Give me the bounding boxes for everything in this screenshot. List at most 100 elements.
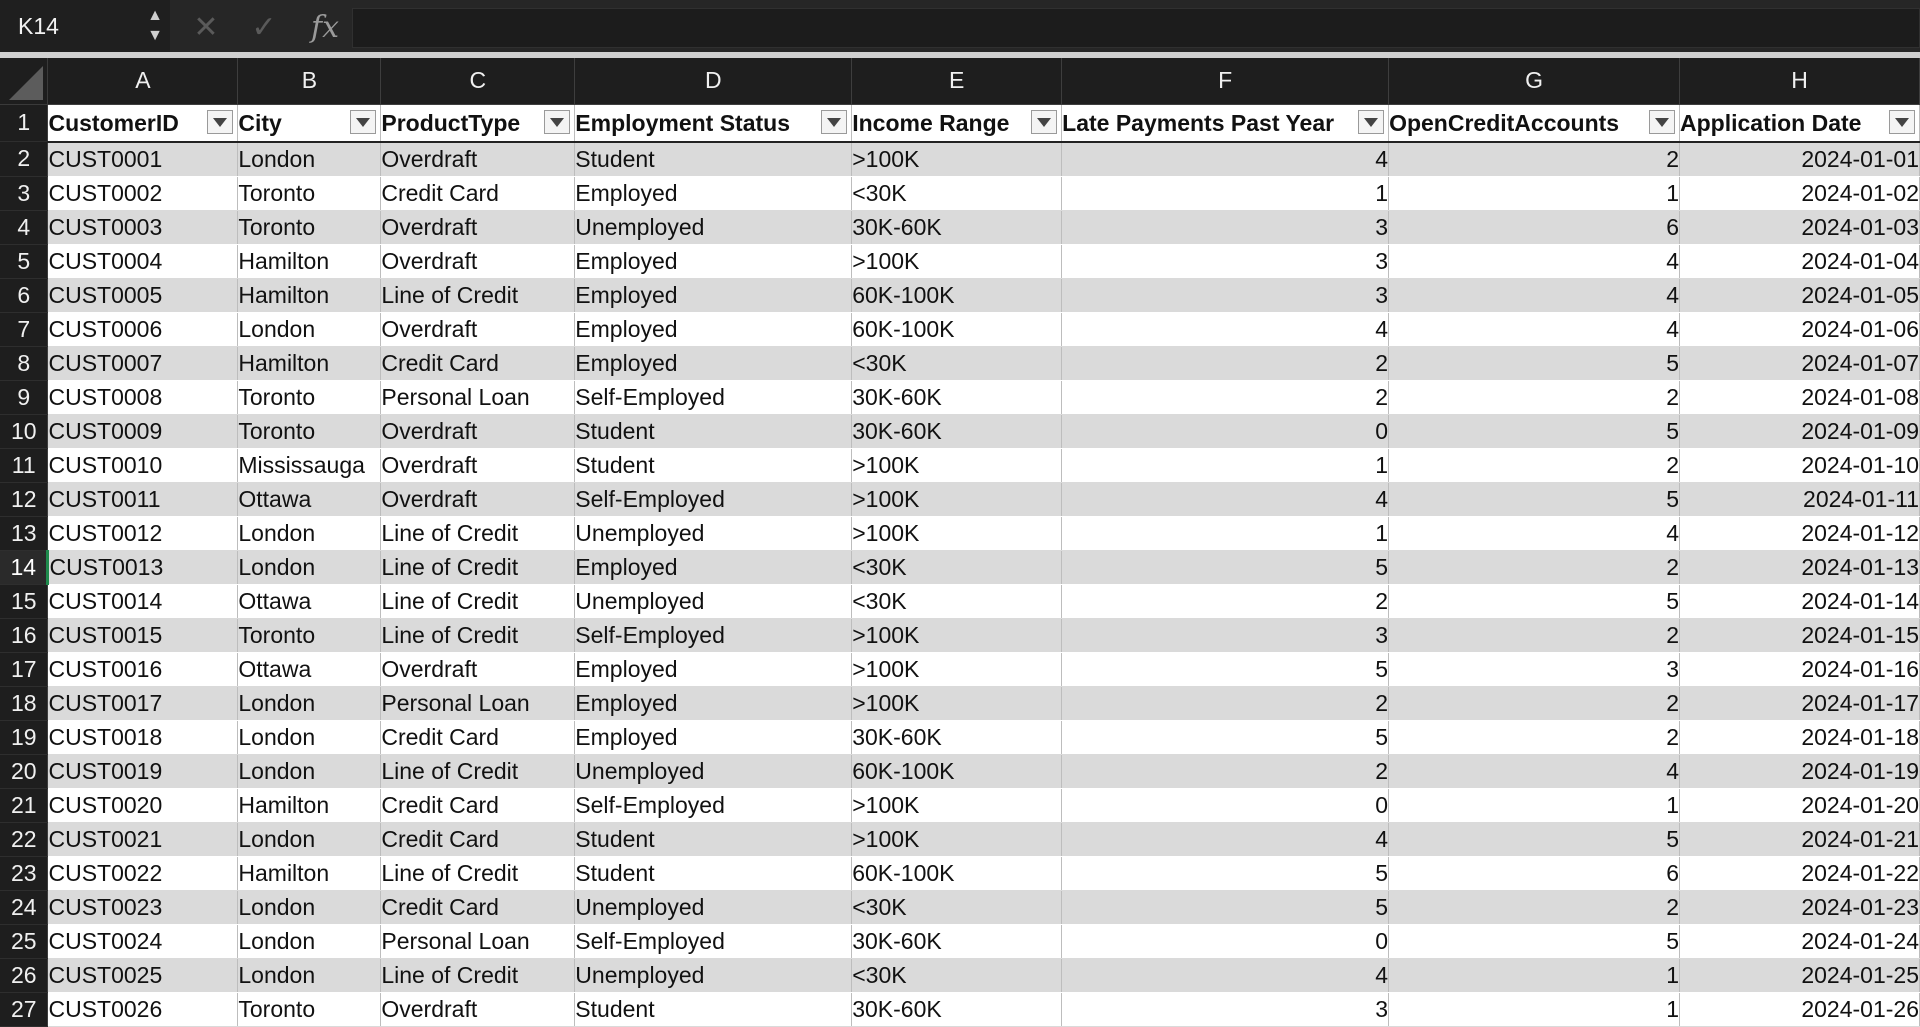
- row-header[interactable]: 15: [0, 584, 49, 619]
- table-cell[interactable]: 4: [1061, 312, 1390, 347]
- row-header[interactable]: 7: [0, 312, 49, 347]
- table-cell[interactable]: 4: [1061, 482, 1390, 517]
- table-cell[interactable]: Overdraft: [380, 312, 576, 347]
- table-cell[interactable]: Student: [574, 822, 853, 857]
- table-cell[interactable]: CUST0013: [47, 550, 239, 585]
- table-cell[interactable]: Self-Employed: [574, 380, 853, 415]
- row-header[interactable]: 13: [0, 516, 49, 551]
- table-cell[interactable]: 2024-01-21: [1679, 822, 1920, 857]
- table-cell[interactable]: 2024-01-03: [1679, 210, 1920, 245]
- table-cell[interactable]: 3: [1061, 992, 1390, 1027]
- table-cell[interactable]: 3: [1061, 618, 1390, 653]
- table-cell[interactable]: Overdraft: [380, 141, 576, 177]
- filter-dropdown-icon[interactable]: [1358, 109, 1385, 134]
- table-cell[interactable]: Mississauga: [237, 448, 382, 483]
- table-cell[interactable]: Hamilton: [237, 244, 382, 279]
- table-header-cell[interactable]: OpenCreditAccounts: [1388, 104, 1680, 143]
- table-cell[interactable]: 6: [1388, 210, 1680, 245]
- filter-dropdown-icon[interactable]: [1649, 109, 1675, 134]
- row-header[interactable]: 4: [0, 210, 49, 245]
- table-cell[interactable]: Toronto: [237, 380, 382, 415]
- table-cell[interactable]: 5: [1061, 856, 1390, 891]
- table-cell[interactable]: Credit Card: [380, 890, 576, 925]
- table-cell[interactable]: Ottawa: [237, 482, 382, 517]
- table-cell[interactable]: Employed: [574, 720, 853, 755]
- formula-input[interactable]: [352, 8, 1920, 48]
- table-cell[interactable]: CUST0022: [47, 856, 239, 891]
- table-cell[interactable]: CUST0007: [47, 346, 239, 381]
- table-cell[interactable]: Self-Employed: [574, 924, 853, 959]
- column-header-a[interactable]: A: [47, 58, 239, 105]
- table-header-cell[interactable]: CustomerID: [47, 104, 239, 143]
- filter-dropdown-icon[interactable]: [821, 109, 848, 134]
- table-cell[interactable]: 3: [1061, 244, 1390, 279]
- table-cell[interactable]: 2024-01-19: [1679, 754, 1920, 789]
- table-cell[interactable]: 2024-01-06: [1679, 312, 1920, 347]
- table-cell[interactable]: Employed: [574, 346, 853, 381]
- table-cell[interactable]: CUST0021: [47, 822, 239, 857]
- table-cell[interactable]: Unemployed: [574, 754, 853, 789]
- table-cell[interactable]: Hamilton: [237, 346, 382, 381]
- table-cell[interactable]: Credit Card: [380, 176, 576, 211]
- table-cell[interactable]: Credit Card: [380, 346, 576, 381]
- table-cell[interactable]: 4: [1388, 312, 1680, 347]
- table-cell[interactable]: Overdraft: [380, 652, 576, 687]
- table-cell[interactable]: Line of Credit: [380, 618, 576, 653]
- table-cell[interactable]: 3: [1061, 278, 1390, 313]
- table-header-cell[interactable]: Application Date: [1679, 104, 1920, 143]
- table-cell[interactable]: <30K: [851, 958, 1063, 993]
- column-header-b[interactable]: B: [237, 58, 382, 105]
- table-cell[interactable]: CUST0026: [47, 992, 239, 1027]
- table-cell[interactable]: 6: [1388, 856, 1680, 891]
- table-cell[interactable]: 5: [1061, 652, 1390, 687]
- table-cell[interactable]: >100K: [851, 448, 1063, 483]
- table-cell[interactable]: Employed: [574, 278, 853, 313]
- table-cell[interactable]: Line of Credit: [380, 958, 576, 993]
- table-cell[interactable]: Personal Loan: [380, 924, 576, 959]
- table-cell[interactable]: >100K: [851, 244, 1063, 279]
- table-cell[interactable]: 2024-01-15: [1679, 618, 1920, 653]
- table-cell[interactable]: Line of Credit: [380, 584, 576, 619]
- table-cell[interactable]: Overdraft: [380, 448, 576, 483]
- table-cell[interactable]: 2024-01-13: [1679, 550, 1920, 585]
- row-header[interactable]: 22: [0, 822, 49, 857]
- table-cell[interactable]: Ottawa: [237, 584, 382, 619]
- table-cell[interactable]: London: [237, 550, 382, 585]
- table-cell[interactable]: 2024-01-09: [1679, 414, 1920, 449]
- column-header-f[interactable]: F: [1061, 58, 1390, 105]
- row-header[interactable]: 5: [0, 244, 49, 279]
- table-cell[interactable]: Personal Loan: [380, 380, 576, 415]
- table-cell[interactable]: Employed: [574, 550, 853, 585]
- table-cell[interactable]: Student: [574, 856, 853, 891]
- table-cell[interactable]: 30K-60K: [851, 210, 1063, 245]
- table-cell[interactable]: 2024-01-11: [1679, 482, 1920, 517]
- row-header[interactable]: 10: [0, 414, 49, 449]
- close-icon[interactable]: ✕: [186, 8, 226, 48]
- table-cell[interactable]: >100K: [851, 788, 1063, 823]
- table-cell[interactable]: >100K: [851, 686, 1063, 721]
- table-cell[interactable]: 4: [1061, 958, 1390, 993]
- table-cell[interactable]: 0: [1061, 924, 1390, 959]
- table-cell[interactable]: Toronto: [237, 176, 382, 211]
- table-cell[interactable]: 2024-01-26: [1679, 992, 1920, 1027]
- table-cell[interactable]: CUST0006: [47, 312, 239, 347]
- table-cell[interactable]: 2024-01-12: [1679, 516, 1920, 551]
- table-cell[interactable]: London: [237, 890, 382, 925]
- table-cell[interactable]: CUST0011: [47, 482, 239, 517]
- table-cell[interactable]: Unemployed: [574, 584, 853, 619]
- table-cell[interactable]: 2024-01-16: [1679, 652, 1920, 687]
- table-cell[interactable]: Employed: [574, 652, 853, 687]
- table-cell[interactable]: CUST0016: [47, 652, 239, 687]
- table-cell[interactable]: 4: [1388, 244, 1680, 279]
- table-cell[interactable]: Credit Card: [380, 822, 576, 857]
- table-cell[interactable]: 1: [1388, 788, 1680, 823]
- table-cell[interactable]: 5: [1388, 584, 1680, 619]
- table-cell[interactable]: Toronto: [237, 618, 382, 653]
- table-cell[interactable]: 5: [1061, 890, 1390, 925]
- table-cell[interactable]: 5: [1388, 822, 1680, 857]
- table-cell[interactable]: London: [237, 924, 382, 959]
- table-cell[interactable]: Line of Credit: [380, 278, 576, 313]
- table-cell[interactable]: 2: [1061, 346, 1390, 381]
- table-cell[interactable]: London: [237, 720, 382, 755]
- table-cell[interactable]: >100K: [851, 652, 1063, 687]
